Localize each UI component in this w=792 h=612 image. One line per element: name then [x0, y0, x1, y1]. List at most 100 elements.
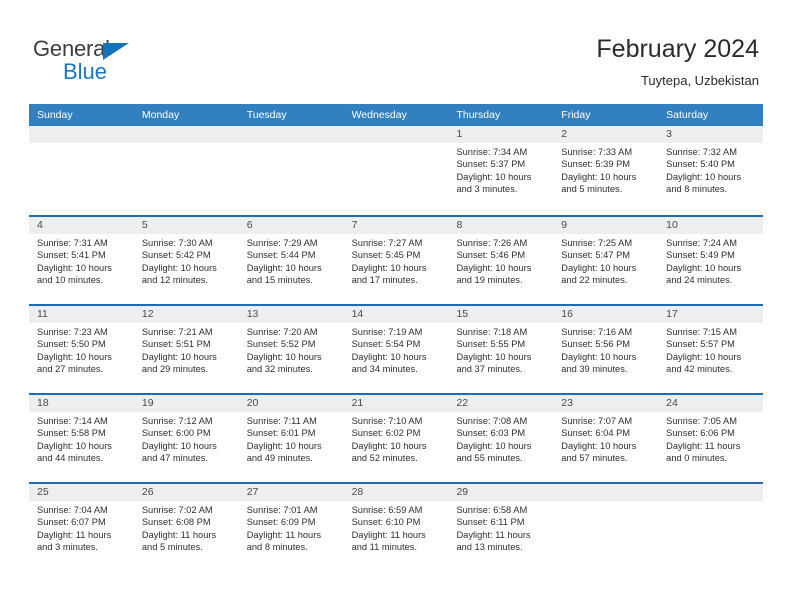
sunset-text: Sunset: 5:54 PM: [351, 339, 421, 350]
sunset-text: Sunset: 5:56 PM: [561, 339, 631, 350]
day-details: Sunrise: 7:20 AM Sunset: 5:52 PM Daylight:…: [239, 323, 344, 376]
calendar-grid: Sunday Monday Tuesday Wednesday Thursday Frid…: [29, 104, 764, 571]
sunrise-text: Sunrise: 7:12 AM: [141, 416, 213, 426]
day-cell[interactable]: 28 Sunrise: 6:59 AM Sunset: 6:10 PM Dayligh…: [343, 482, 449, 571]
sunrise-text: Sunrise: 7:21 AM: [141, 327, 213, 337]
day-details: Sunrise: 7:08 AM Sunset: 6:03 PM Daylight:…: [448, 412, 553, 465]
day-details: Sunrise: 7:32 AM Sunset: 5:40 PM Daylight:…: [658, 143, 763, 196]
day-details: Sunrise: 7:29 AM Sunset: 5:44 PM Daylight:…: [239, 234, 344, 287]
day-cell[interactable]: 6 Sunrise: 7:29 AM Sunset: 5:44 PM Daylight…: [238, 215, 344, 304]
day-cell[interactable]: 8 Sunrise: 7:26 AM Sunset: 5:46 PM Daylight…: [448, 215, 554, 304]
day-cell[interactable]: 24 Sunrise: 7:05 AM Sunset: 6:06 PM Dayligh…: [658, 393, 764, 482]
daylight-text: Daylight: 10 hours and 15 minutes.: [246, 262, 322, 286]
day-number: 11: [29, 306, 134, 323]
day-cell[interactable]: 11 Sunrise: 7:23 AM Sunset: 5:50 PM Dayligh…: [29, 304, 134, 393]
day-cell[interactable]: 15 Sunrise: 7:18 AM Sunset: 5:55 PM Dayligh…: [448, 304, 554, 393]
weekday-header-row: Sunday Monday Tuesday Wednesday Thursday Frid…: [29, 104, 763, 126]
calendar-week-row: 11 Sunrise: 7:23 AM Sunset: 5:50 PM Dayligh…: [29, 304, 764, 393]
day-details: Sunrise: 7:34 AM Sunset: 5:37 PM Daylight:…: [448, 143, 553, 196]
sunset-text: Sunset: 5:58 PM: [37, 428, 106, 439]
day-cell[interactable]: 18 Sunrise: 7:14 AM Sunset: 5:58 PM Dayligh…: [29, 393, 134, 482]
daylight-text: Daylight: 10 hours and 3 minutes.: [456, 171, 532, 195]
day-details: Sunrise: 7:16 AM Sunset: 5:56 PM Daylight:…: [553, 323, 658, 376]
sunset-text: Sunset: 6:08 PM: [141, 517, 211, 528]
sunrise-text: Sunrise: 7:05 AM: [666, 416, 737, 426]
general-blue-logo: General Blue: [33, 36, 193, 86]
day-cell[interactable]: 21 Sunrise: 7:10 AM Sunset: 6:02 PM Dayligh…: [343, 393, 449, 482]
triangle-icon: [103, 43, 129, 60]
day-cell[interactable]: 16 Sunrise: 7:16 AM Sunset: 5:56 PM Dayligh…: [553, 304, 659, 393]
day-details: Sunrise: 7:23 AM Sunset: 5:50 PM Daylight:…: [29, 323, 134, 376]
day-number: 8: [448, 217, 554, 234]
day-cell[interactable]: 29 Sunrise: 6:58 AM Sunset: 6:11 PM Dayligh…: [448, 482, 554, 571]
day-cell[interactable]: 12 Sunrise: 7:21 AM Sunset: 5:51 PM Dayligh…: [133, 304, 239, 393]
day-number: 17: [658, 306, 764, 323]
sunrise-text: Sunrise: 7:04 AM: [37, 505, 108, 515]
sunrise-text: Sunrise: 7:19 AM: [351, 327, 423, 337]
day-number: 28: [343, 484, 449, 501]
day-number: 13: [238, 306, 344, 323]
day-number: 12: [133, 306, 239, 323]
calendar-week-row: 25 Sunrise: 7:04 AM Sunset: 6:07 PM Dayligh…: [29, 482, 764, 571]
sunrise-text: Sunrise: 6:59 AM: [351, 505, 423, 515]
day-cell[interactable]: 3 Sunrise: 7:32 AM Sunset: 5:40 PM Daylight…: [658, 126, 764, 215]
sunrise-text: Sunrise: 7:33 AM: [561, 147, 633, 157]
sunrise-text: Sunrise: 7:20 AM: [246, 327, 318, 337]
day-details: Sunrise: 7:33 AM Sunset: 5:39 PM Daylight:…: [553, 143, 658, 196]
day-cell-empty: [238, 126, 344, 215]
day-cell[interactable]: 10 Sunrise: 7:24 AM Sunset: 5:49 PM Dayligh…: [658, 215, 764, 304]
daylight-text: Daylight: 10 hours and 17 minutes.: [351, 262, 427, 286]
day-cell[interactable]: 5 Sunrise: 7:30 AM Sunset: 5:42 PM Daylight…: [133, 215, 239, 304]
day-cell[interactable]: 13 Sunrise: 7:20 AM Sunset: 5:52 PM Dayligh…: [238, 304, 344, 393]
day-details: Sunrise: 7:05 AM Sunset: 6:06 PM Daylight:…: [658, 412, 763, 465]
title-block: February 2024 Tuytepa, Uzbekistan: [596, 34, 759, 90]
sunrise-text: Sunrise: 7:32 AM: [666, 147, 737, 157]
weekday-header-tuesday: Tuesday: [246, 109, 287, 121]
weekday-header-friday: Friday: [561, 109, 591, 121]
day-cell[interactable]: 9 Sunrise: 7:25 AM Sunset: 5:47 PM Daylight…: [553, 215, 659, 304]
day-cell-empty: [553, 482, 659, 571]
day-cell[interactable]: 23 Sunrise: 7:07 AM Sunset: 6:04 PM Dayligh…: [553, 393, 659, 482]
sunset-text: Sunset: 5:37 PM: [456, 159, 526, 170]
day-cell[interactable]: 2 Sunrise: 7:33 AM Sunset: 5:39 PM Daylight…: [553, 126, 659, 215]
sunset-text: Sunset: 5:51 PM: [141, 339, 211, 350]
day-details: Sunrise: 7:26 AM Sunset: 5:46 PM Daylight:…: [448, 234, 553, 287]
day-cell[interactable]: 1 Sunrise: 7:34 AM Sunset: 5:37 PM Daylight…: [448, 126, 554, 215]
day-number: [658, 484, 764, 501]
day-cell[interactable]: 14 Sunrise: 7:19 AM Sunset: 5:54 PM Dayligh…: [343, 304, 449, 393]
sunset-text: Sunset: 6:06 PM: [666, 428, 735, 439]
day-number: 1: [448, 126, 554, 143]
day-cell[interactable]: 4 Sunrise: 7:31 AM Sunset: 5:41 PM Daylight…: [29, 215, 134, 304]
calendar-page: General Blue February 2024 Tuytepa, Uzbe…: [0, 0, 792, 612]
day-details: Sunrise: 7:07 AM Sunset: 6:04 PM Daylight:…: [553, 412, 658, 465]
day-cell[interactable]: 17 Sunrise: 7:15 AM Sunset: 5:57 PM Dayligh…: [658, 304, 764, 393]
day-details: Sunrise: 7:15 AM Sunset: 5:57 PM Daylight:…: [658, 323, 763, 376]
daylight-text: Daylight: 11 hours and 11 minutes.: [351, 529, 426, 553]
day-number: 16: [553, 306, 659, 323]
day-number: 21: [343, 395, 449, 412]
calendar-week-row: 1 Sunrise: 7:34 AM Sunset: 5:37 PM Daylight…: [29, 126, 764, 215]
sunset-text: Sunset: 6:10 PM: [351, 517, 421, 528]
day-number: 18: [29, 395, 134, 412]
sunset-text: Sunset: 5:45 PM: [351, 250, 421, 261]
day-cell[interactable]: 27 Sunrise: 7:01 AM Sunset: 6:09 PM Dayligh…: [238, 482, 344, 571]
sunrise-text: Sunrise: 7:27 AM: [351, 238, 423, 248]
day-number: [29, 126, 134, 143]
daylight-text: Daylight: 10 hours and 34 minutes.: [351, 351, 427, 375]
day-cell[interactable]: 7 Sunrise: 7:27 AM Sunset: 5:45 PM Daylight…: [343, 215, 449, 304]
day-number: 2: [553, 126, 659, 143]
day-cell[interactable]: 25 Sunrise: 7:04 AM Sunset: 6:07 PM Dayligh…: [29, 482, 134, 571]
sunset-text: Sunset: 5:39 PM: [561, 159, 631, 170]
sunrise-text: Sunrise: 7:14 AM: [37, 416, 108, 426]
sunset-text: Sunset: 6:03 PM: [456, 428, 526, 439]
daylight-text: Daylight: 10 hours and 8 minutes.: [666, 171, 742, 195]
weekday-header-thursday: Thursday: [456, 109, 501, 121]
day-cell[interactable]: 20 Sunrise: 7:11 AM Sunset: 6:01 PM Dayligh…: [238, 393, 344, 482]
sunset-text: Sunset: 5:44 PM: [246, 250, 316, 261]
day-cell[interactable]: 22 Sunrise: 7:08 AM Sunset: 6:03 PM Dayligh…: [448, 393, 554, 482]
day-cell[interactable]: 26 Sunrise: 7:02 AM Sunset: 6:08 PM Dayligh…: [133, 482, 239, 571]
daylight-text: Daylight: 11 hours and 3 minutes.: [37, 529, 112, 553]
day-number: 22: [448, 395, 554, 412]
sunrise-text: Sunrise: 6:58 AM: [456, 505, 528, 515]
day-cell[interactable]: 19 Sunrise: 7:12 AM Sunset: 6:00 PM Dayligh…: [133, 393, 239, 482]
